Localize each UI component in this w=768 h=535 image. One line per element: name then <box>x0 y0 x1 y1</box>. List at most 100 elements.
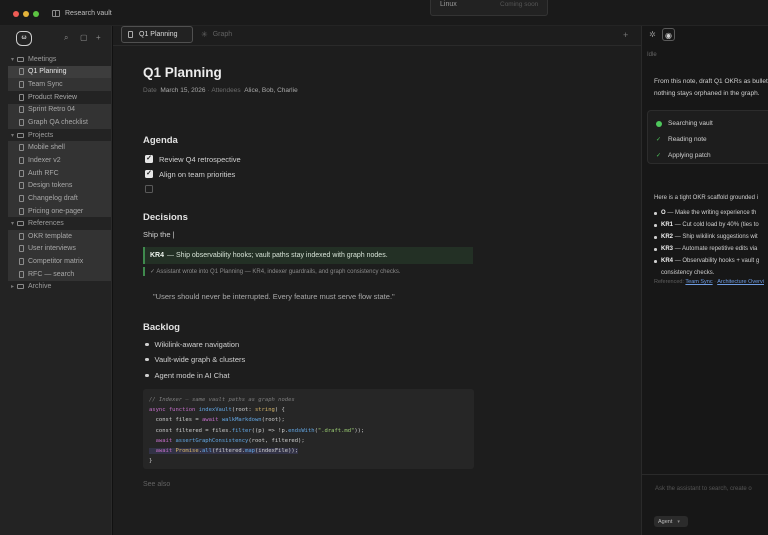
tab-bar: Q1 Planning ✳ Graph + <box>113 26 641 46</box>
agenda-heading: Agenda <box>143 135 178 146</box>
file-icon <box>19 169 24 177</box>
new-note-icon[interactable]: + <box>96 34 101 42</box>
chevron-down-icon: ▾ <box>677 518 680 525</box>
agent-mode-button[interactable]: Agent ▾ <box>654 516 688 527</box>
file-icon <box>19 194 24 202</box>
backlog-heading: Backlog <box>143 322 180 333</box>
new-folder-icon[interactable]: ▢ <box>80 34 88 42</box>
decisions-text[interactable]: Ship the | <box>143 230 175 239</box>
check-icon: ✓ <box>656 153 662 159</box>
settings-gear-icon[interactable]: ✲ <box>646 28 659 41</box>
input-divider <box>642 474 768 475</box>
file-icon <box>19 93 24 101</box>
note-design-tokens[interactable]: Design tokens <box>8 179 111 193</box>
note-rfc-search[interactable]: RFC — search <box>8 267 111 281</box>
note-okr-template[interactable]: OKR template <box>8 229 111 243</box>
editor-pane: Q1 Planning ✳ Graph + Q1 Planning Date Ma… <box>113 26 641 535</box>
note-team-sync[interactable]: Team Sync <box>8 78 111 91</box>
okr-item: O — Make the writing experience th <box>654 207 756 219</box>
tab-q1-planning[interactable]: Q1 Planning <box>121 26 193 43</box>
close-window-button[interactable] <box>13 11 19 17</box>
folder-icon <box>17 132 24 138</box>
vault-name: Research vault <box>65 10 112 17</box>
zoom-window-button[interactable] <box>33 11 39 17</box>
os-option-status: Coming soon <box>500 1 539 8</box>
agenda-item[interactable]: ✓ Review Q4 retrospective <box>145 154 241 164</box>
new-tab-button[interactable]: + <box>623 30 628 40</box>
step-searching: Searching vault <box>656 120 713 127</box>
assistant-input[interactable]: Ask the assistant to search, create o <box>655 486 752 492</box>
folder-archive[interactable]: ▸ Archive <box>8 281 111 294</box>
file-icon <box>19 207 24 215</box>
blockquote: "Users should never be interrupted. Ever… <box>153 292 395 301</box>
title-bar: Research vault <box>0 0 768 26</box>
file-icon <box>19 270 24 278</box>
list-item: Wikilink-aware navigation <box>145 340 239 349</box>
folder-icon <box>17 284 24 290</box>
folder-projects[interactable]: ▾ Projects <box>8 129 111 142</box>
file-icon <box>19 106 24 114</box>
decisions-heading: Decisions <box>143 212 188 223</box>
search-icon[interactable]: ⌕ <box>64 34 68 42</box>
assistant-panel: ✲ ◉ Idle From this note, draft Q1 OKRs a… <box>641 26 768 535</box>
agenda-item[interactable]: ✓ Align on team priorities <box>145 169 235 179</box>
okr-item: KR4 — Observability hooks + vault g consi… <box>654 255 759 279</box>
kr4-callout[interactable]: KR4— Ship observability hooks; vault pat… <box>143 247 473 264</box>
os-option-linux[interactable]: Linux <box>440 1 457 8</box>
note-user-interviews[interactable]: User interviews <box>8 242 111 256</box>
checkbox-checked[interactable]: ✓ <box>145 170 153 178</box>
step-reading: ✓ Reading note <box>656 136 707 143</box>
file-icon <box>19 258 24 266</box>
list-item: Agent mode in AI Chat <box>145 371 230 380</box>
note-mobile-shell[interactable]: Mobile shell <box>8 141 111 155</box>
check-icon: ✓ <box>656 137 662 143</box>
tab-divider <box>113 45 641 46</box>
ref-link-architecture[interactable]: Architecture Overvi <box>717 279 764 285</box>
okr-item: KR1 — Cut cold load by 40% (ties to <box>654 219 759 231</box>
response-intro: Here is a tight OKR scaffold grounded i <box>654 195 758 201</box>
folder-references[interactable]: ▾ References <box>8 217 111 230</box>
file-icon <box>19 182 24 190</box>
note-product-review[interactable]: Product Review <box>8 91 111 104</box>
file-icon <box>19 232 24 240</box>
step-applying: ✓ Applying patch <box>656 152 711 159</box>
user-prompt: From this note, draft Q1 OKRs as bullets… <box>654 78 768 97</box>
file-icon <box>19 144 24 152</box>
assistant-write-note: ✓ Assistant wrote into Q1 Planning — KR4… <box>143 267 401 276</box>
running-dot-icon <box>656 120 662 127</box>
list-item: Vault-wide graph & clusters <box>145 355 245 364</box>
assistant-toggle-icon[interactable]: ◉ <box>662 28 675 41</box>
note-competitor-matrix[interactable]: Competitor matrix <box>8 255 111 268</box>
note-indexer-v2[interactable]: Indexer v2 <box>8 154 111 167</box>
tab-graph[interactable]: ✳ Graph <box>199 26 232 43</box>
minimize-window-button[interactable] <box>23 11 29 17</box>
agent-steps-card: Searching vault ✓ Reading note ✓ Applying … <box>647 110 768 164</box>
code-block[interactable]: // Indexer — same vault paths as graph n… <box>143 389 474 469</box>
page-title: Q1 Planning <box>143 65 222 80</box>
note-graph-qa[interactable]: Graph QA checklist <box>8 116 111 129</box>
assistant-status: Idle <box>647 52 657 58</box>
okr-item: KR3 — Automate repetitive edits via <box>654 243 757 255</box>
checkbox-unchecked[interactable] <box>145 185 153 193</box>
note-auth-rfc[interactable]: Auth RFC <box>8 166 111 180</box>
note-q1-planning[interactable]: Q1 Planning <box>8 65 111 79</box>
checkbox-checked[interactable]: ✓ <box>145 155 153 163</box>
note-sprint-retro[interactable]: Sprint Retro 04 <box>8 103 111 117</box>
file-icon <box>19 81 24 89</box>
okr-item: KR2 — Ship wikilink suggestions wit <box>654 231 758 243</box>
note-changelog-draft[interactable]: Changelog draft <box>8 192 111 205</box>
note-pricing[interactable]: Pricing one-pager <box>8 204 111 218</box>
folder-meetings[interactable]: ▾ Meetings <box>8 53 111 66</box>
note-meta: Date March 15, 2026 · Attendees Alice, B… <box>143 87 298 94</box>
file-icon <box>19 156 24 164</box>
ref-link-team-sync[interactable]: Team Sync <box>685 279 712 285</box>
referenced-notes: Referenced: Team Sync · Architecture Ove… <box>654 279 764 285</box>
file-icon <box>19 119 24 127</box>
see-also-heading: See also <box>143 481 171 488</box>
file-icon <box>128 31 133 38</box>
agenda-item[interactable] <box>145 184 159 194</box>
sidebar-toggle-icon[interactable] <box>52 10 60 17</box>
graph-icon: ✳ <box>201 30 208 39</box>
folder-icon <box>17 56 24 62</box>
file-tree: ▾ Meetings Q1 Planning Team Sync Product … <box>8 53 111 293</box>
